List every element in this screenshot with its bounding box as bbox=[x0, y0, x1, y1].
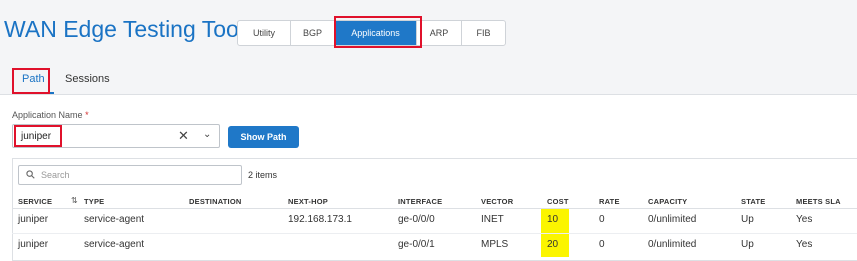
sort-icon[interactable]: ⇅ bbox=[71, 196, 78, 205]
cell-state: Up bbox=[741, 214, 754, 225]
nav-bgp-button[interactable]: BGP bbox=[291, 21, 335, 45]
cell-rate: 0 bbox=[599, 214, 605, 225]
cell-service: juniper bbox=[18, 239, 49, 250]
cell-type: service-agent bbox=[84, 239, 145, 250]
cell-type: service-agent bbox=[84, 214, 145, 225]
cell-state: Up bbox=[741, 239, 754, 250]
cell-capacity: 0/unlimited bbox=[648, 239, 697, 250]
row-divider bbox=[12, 233, 857, 234]
search-placeholder: Search bbox=[41, 170, 70, 180]
col-header-interface[interactable]: INTERFACE bbox=[398, 197, 442, 206]
col-header-meets-sla[interactable]: MEETS SLA bbox=[796, 197, 841, 206]
cell-rate: 0 bbox=[599, 239, 605, 250]
show-path-button[interactable]: Show Path bbox=[228, 126, 299, 148]
cell-meets-sla: Yes bbox=[796, 239, 813, 250]
cell-next-hop: 192.168.173.1 bbox=[288, 214, 352, 225]
applications-highlight-box bbox=[334, 16, 422, 48]
col-header-destination[interactable]: DESTINATION bbox=[189, 197, 241, 206]
nav-arp-button[interactable]: ARP bbox=[417, 21, 462, 45]
col-header-rate[interactable]: RATE bbox=[599, 197, 620, 206]
cell-cost: 10 bbox=[547, 214, 559, 225]
required-mark: * bbox=[85, 110, 89, 120]
cell-meets-sla: Yes bbox=[796, 214, 813, 225]
col-header-vector[interactable]: VECTOR bbox=[481, 197, 513, 206]
path-highlight-box bbox=[12, 68, 50, 94]
nav-fib-button[interactable]: FIB bbox=[462, 21, 505, 45]
col-header-service[interactable]: SERVICE bbox=[18, 197, 52, 206]
subtab-bar bbox=[0, 64, 857, 95]
col-header-capacity[interactable]: CAPACITY bbox=[648, 197, 687, 206]
tab-sessions[interactable]: Sessions bbox=[65, 73, 110, 85]
cell-capacity: 0/unlimited bbox=[648, 214, 697, 225]
col-header-next-hop[interactable]: NEXT-HOP bbox=[288, 197, 328, 206]
col-header-type[interactable]: TYPE bbox=[84, 197, 104, 206]
cell-vector: MPLS bbox=[481, 239, 509, 250]
application-name-label-text: Application Name bbox=[12, 110, 83, 120]
item-count: 2 items bbox=[248, 170, 278, 180]
search-icon bbox=[26, 170, 35, 179]
cell-cost: 20 bbox=[547, 239, 559, 250]
table-search-input[interactable]: Search bbox=[18, 165, 242, 185]
col-header-cost[interactable]: COST bbox=[547, 197, 569, 206]
cell-vector: INET bbox=[481, 214, 504, 225]
cell-interface: ge-0/0/1 bbox=[398, 239, 435, 250]
nav-utility-button[interactable]: Utility bbox=[238, 21, 291, 45]
application-name-label: Application Name * bbox=[12, 110, 89, 120]
clear-icon[interactable]: ✕ bbox=[178, 128, 189, 144]
page-title: WAN Edge Testing Tools bbox=[4, 16, 256, 42]
col-header-state[interactable]: STATE bbox=[741, 197, 765, 206]
header-divider bbox=[12, 208, 857, 209]
cell-service: juniper bbox=[18, 214, 49, 225]
juniper-highlight-box bbox=[14, 125, 62, 147]
chevron-down-icon[interactable]: ⌄ bbox=[203, 129, 211, 140]
cell-interface: ge-0/0/0 bbox=[398, 214, 435, 225]
